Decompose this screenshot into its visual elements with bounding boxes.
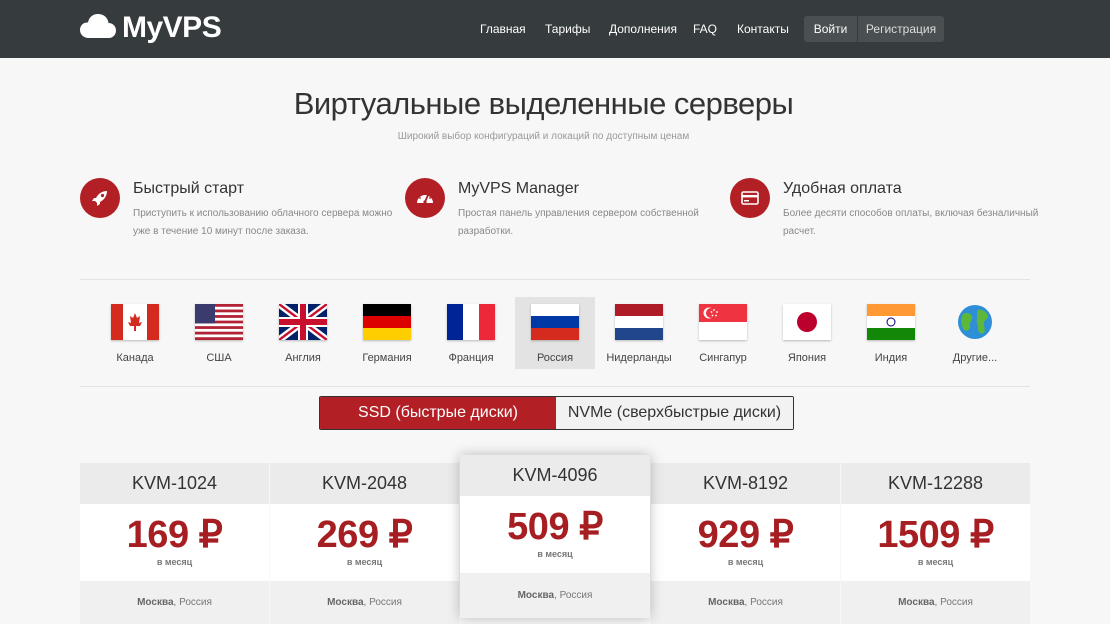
plan-period: в месяц bbox=[917, 557, 954, 567]
login-button[interactable]: Войти bbox=[804, 16, 857, 42]
plan-price-box: 169 ₽ в месяц bbox=[80, 504, 269, 581]
plan-country: , Россия bbox=[554, 590, 593, 601]
plan-name: KVM-1024 bbox=[80, 463, 269, 504]
country-other[interactable]: Другие... bbox=[935, 297, 1015, 369]
plan-card-featured[interactable]: KVM-4096 509 ₽ в месяц Москва, Россия bbox=[460, 455, 650, 618]
plan-city: Москва bbox=[898, 597, 935, 608]
netherlands-flag-icon bbox=[615, 304, 663, 340]
feature-title: Быстрый старт bbox=[133, 180, 245, 197]
germany-flag-icon bbox=[363, 304, 411, 340]
plan-card[interactable]: KVM-8192 929 ₽ в месяц Москва, Россия bbox=[651, 463, 840, 624]
country-usa[interactable]: США bbox=[179, 297, 259, 369]
nav-faq[interactable]: FAQ bbox=[693, 22, 717, 36]
divider bbox=[80, 279, 1030, 280]
india-flag-icon bbox=[867, 304, 915, 340]
plan-price: 169 ₽ bbox=[126, 514, 223, 556]
plan-price-box: 509 ₽ в месяц bbox=[460, 496, 650, 573]
rocket-icon bbox=[80, 178, 120, 218]
brand-name: MyVPS bbox=[122, 11, 222, 44]
plan-price-box: 1509 ₽ в месяц bbox=[841, 504, 1030, 581]
singapore-flag-icon bbox=[699, 304, 747, 340]
page-subtitle: Широкий выбор конфигураций и локаций по … bbox=[397, 131, 690, 142]
feature-title: MyVPS Manager bbox=[458, 180, 579, 197]
plan-period: в месяц bbox=[537, 549, 573, 559]
japan-flag-icon bbox=[783, 304, 831, 340]
nvme-toggle-button[interactable]: NVMe (сверхбыстрые диски) bbox=[556, 397, 793, 429]
plan-price: 509 ₽ bbox=[507, 506, 603, 548]
plan-location: Москва, Россия bbox=[270, 581, 459, 624]
plan-country: , Россия bbox=[934, 597, 973, 608]
country-russia[interactable]: Россия bbox=[515, 297, 595, 369]
plan-price: 269 ₽ bbox=[316, 514, 413, 556]
plan-country: , Россия bbox=[173, 597, 212, 608]
credit-card-icon bbox=[730, 178, 770, 218]
country-india[interactable]: Индия bbox=[851, 297, 931, 369]
plan-city: Москва bbox=[137, 597, 174, 608]
country-label: Другие... bbox=[952, 352, 998, 364]
uk-flag-icon bbox=[279, 304, 327, 340]
plan-country: , Россия bbox=[744, 597, 783, 608]
feature-desc: Приступить к использованию облачного сер… bbox=[133, 208, 393, 237]
feature-desc: Более десяти способов оплаты, включая бе… bbox=[783, 208, 1039, 237]
plan-name: KVM-2048 bbox=[270, 463, 459, 504]
globe-icon bbox=[951, 304, 999, 340]
top-navbar: MyVPS Главная Тарифы Дополнения FAQ Конт… bbox=[0, 0, 1110, 58]
dashboard-icon bbox=[405, 178, 445, 218]
country-netherlands[interactable]: Нидерланды bbox=[599, 297, 679, 369]
country-france[interactable]: Франция bbox=[431, 297, 511, 369]
plan-card[interactable]: KVM-1024 169 ₽ в месяц Москва, Россия bbox=[80, 463, 269, 624]
brand-logo[interactable]: MyVPS bbox=[80, 11, 222, 45]
ssd-toggle-button[interactable]: SSD (быстрые диски) bbox=[320, 397, 556, 429]
page-title: Виртуальные выделенные серверы bbox=[293, 86, 794, 121]
plan-price: 1509 ₽ bbox=[877, 514, 994, 556]
plan-period: в месяц bbox=[727, 557, 764, 567]
plan-period: в месяц bbox=[156, 557, 193, 567]
plan-name: KVM-8192 bbox=[651, 463, 840, 504]
cloud-icon bbox=[80, 13, 116, 44]
nav-tariffs[interactable]: Тарифы bbox=[545, 22, 590, 36]
country-japan[interactable]: Япония bbox=[767, 297, 847, 369]
plan-price-box: 269 ₽ в месяц bbox=[270, 504, 459, 581]
feature-title: Удобная оплата bbox=[783, 180, 902, 197]
france-flag-icon bbox=[447, 304, 495, 340]
plan-location: Москва, Россия bbox=[651, 581, 840, 624]
nav-home[interactable]: Главная bbox=[480, 22, 526, 36]
usa-flag-icon bbox=[195, 304, 243, 340]
country-germany[interactable]: Германия bbox=[347, 297, 427, 369]
plan-period: в месяц bbox=[346, 557, 383, 567]
plan-city: Москва bbox=[327, 597, 364, 608]
plan-city: Москва bbox=[708, 597, 745, 608]
plan-city: Москва bbox=[517, 590, 555, 601]
disk-type-toggle: SSD (быстрые диски) NVMe (сверхбыстрые д… bbox=[319, 396, 794, 430]
plan-country: , Россия bbox=[363, 597, 402, 608]
canada-flag-icon bbox=[111, 304, 159, 340]
nav-contacts[interactable]: Контакты bbox=[737, 22, 789, 36]
russia-flag-icon bbox=[531, 304, 579, 340]
plan-location: Москва, Россия bbox=[460, 573, 650, 618]
plan-price-box: 929 ₽ в месяц bbox=[651, 504, 840, 581]
feature-desc: Простая панель управления сервером собст… bbox=[458, 208, 699, 237]
plan-price: 929 ₽ bbox=[697, 514, 794, 556]
register-button[interactable]: Регистрация bbox=[858, 16, 944, 42]
plan-card[interactable]: KVM-2048 269 ₽ в месяц Москва, Россия bbox=[270, 463, 459, 624]
plan-card[interactable]: KVM-12288 1509 ₽ в месяц Москва, Россия bbox=[841, 463, 1030, 624]
plan-name: KVM-4096 bbox=[460, 455, 650, 496]
country-singapore[interactable]: Сингапур bbox=[683, 297, 763, 369]
plan-location: Москва, Россия bbox=[841, 581, 1030, 624]
divider bbox=[80, 386, 1030, 387]
country-canada[interactable]: Канада bbox=[95, 297, 175, 369]
country-england[interactable]: Англия bbox=[263, 297, 343, 369]
plan-name: KVM-12288 bbox=[841, 463, 1030, 504]
plan-location: Москва, Россия bbox=[80, 581, 269, 624]
nav-addons[interactable]: Дополнения bbox=[609, 22, 677, 36]
